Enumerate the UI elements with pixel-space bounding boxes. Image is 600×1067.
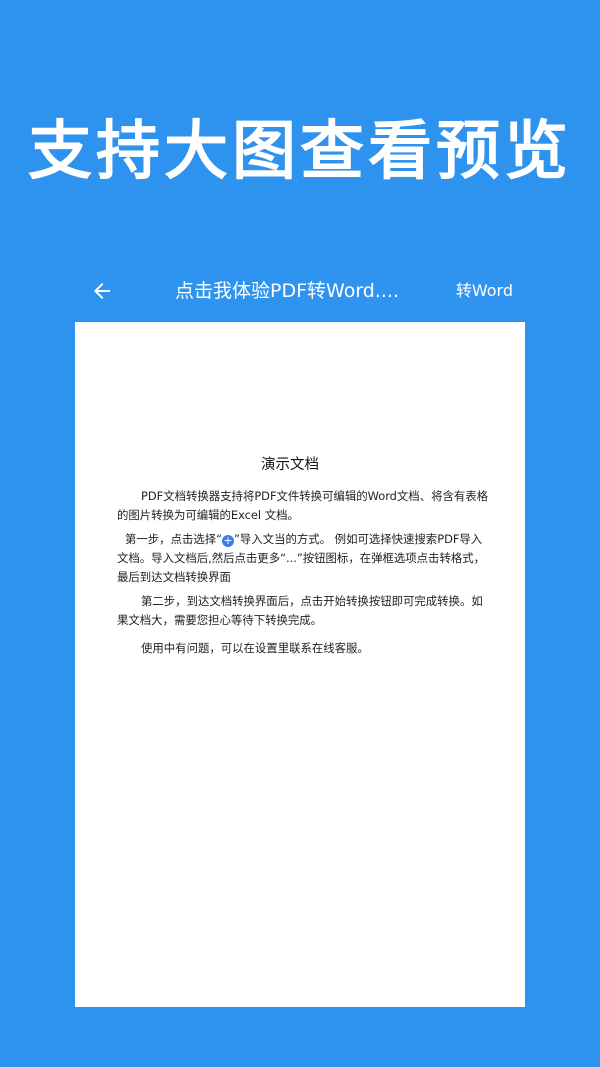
paragraph-text: 第一步，点击选择“ (125, 532, 223, 546)
plus-circle-icon: + (222, 534, 235, 547)
convert-to-word-button[interactable]: 转Word (456, 260, 513, 322)
document-paragraph: 第二步，到达文档转换界面后，点击开始转换按钮即可完成转换。如果文档大，需要您担心… (117, 594, 483, 627)
arrow-left-icon (94, 283, 110, 299)
app-bar: 点击我体验PDF转Word.... 转Word (75, 260, 525, 322)
document-paragraph: PDF文档转换器支持将PDF文件转换可编辑的Word文档、将含有表格的图片转换为… (117, 489, 489, 522)
document-paragraph: 使用中有问题，可以在设置里联系在线客服。 (141, 641, 369, 655)
back-button[interactable] (85, 274, 119, 308)
document-preview: 演示文档 PDF文档转换器支持将PDF文件转换可编辑的Word文档、将含有表格的… (75, 322, 525, 1007)
promo-headline: 支持大图查看预览 (28, 115, 572, 189)
document-title: 演示文档 (261, 457, 319, 473)
phone-screen: 点击我体验PDF转Word.... 转Word 演示文档 PDF文档转换器支持将… (75, 260, 525, 1007)
document-paragraph: 第一步，点击选择“+”导入文当的方式。 例如可选择快速搜索PDF导入文档。导入文… (117, 530, 489, 587)
appbar-title: 点击我体验PDF转Word.... (175, 280, 400, 302)
